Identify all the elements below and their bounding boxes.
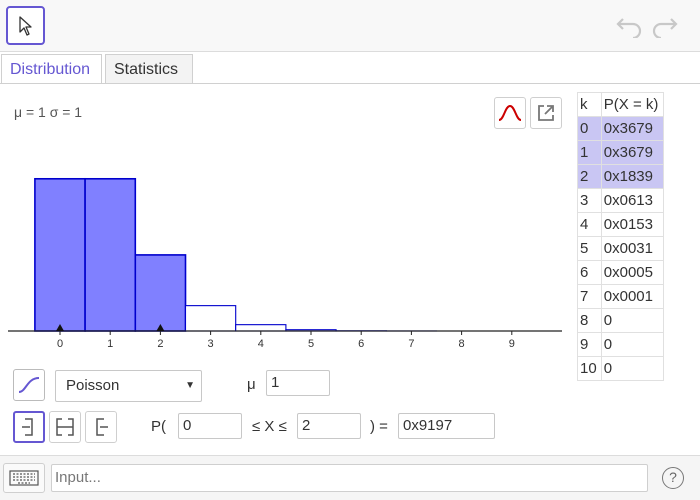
table-row: 5 0x0031 xyxy=(577,236,665,261)
right-bracket-icon xyxy=(96,418,108,436)
export-icon xyxy=(538,105,554,121)
redo-icon xyxy=(652,18,678,38)
cell-k: 10 xyxy=(577,356,602,381)
cell-probability: 0x0153 xyxy=(600,212,665,237)
cell-k: 6 xyxy=(577,260,602,285)
bar xyxy=(235,324,287,332)
distribution-select[interactable]: Poisson ▼ xyxy=(55,370,202,402)
table-row: 3 0x0613 xyxy=(577,188,665,213)
cell-k: 2 xyxy=(577,164,602,189)
cell-k: 4 xyxy=(577,212,602,237)
table-row: 0 0x3679 xyxy=(577,116,665,141)
bar xyxy=(84,177,137,332)
bar xyxy=(184,305,237,332)
x-tick-label: 9 xyxy=(509,338,515,350)
p-open-label: P( xyxy=(151,418,166,435)
move-tool-button[interactable] xyxy=(6,6,45,45)
table-row: 90 xyxy=(577,332,665,357)
probability-table: k P(X = k) 0 0x3679 1 0x3679 2 0x1839 3 0x0613 4… xyxy=(577,92,665,381)
x-tick-label: 5 xyxy=(308,338,314,350)
left-bracket-icon xyxy=(22,418,33,436)
table-row: 1 0x3679 xyxy=(577,140,665,165)
arrow-pointer-icon xyxy=(18,15,32,36)
cell-probability: 0x0005 xyxy=(600,260,665,285)
cell-probability: 0 xyxy=(600,332,665,357)
tab-statistics[interactable]: Statistics xyxy=(105,54,193,84)
x-tick-label: 7 xyxy=(408,338,414,350)
mu-input[interactable]: 1 xyxy=(266,370,330,396)
table-row: 7 0x0001 xyxy=(577,284,665,309)
toolbar xyxy=(0,0,700,52)
tab-divider xyxy=(0,83,700,84)
left-sided-button[interactable] xyxy=(13,411,45,443)
cell-probability: 0 xyxy=(600,356,665,381)
bar xyxy=(34,177,86,332)
cell-probability: 0x3679 xyxy=(600,116,665,141)
cell-k: 7 xyxy=(577,284,602,309)
cell-k: 9 xyxy=(577,332,602,357)
mu-label: μ xyxy=(247,376,256,393)
chevron-down-icon: ▼ xyxy=(185,380,195,391)
cell-k: 1 xyxy=(577,140,602,165)
tab-bar: Distribution Statistics xyxy=(0,52,700,84)
x-tick-label: 6 xyxy=(358,338,364,350)
export-button[interactable] xyxy=(530,97,562,129)
table-row: 10 0 xyxy=(577,356,665,381)
cell-k: 0 xyxy=(577,116,602,141)
lower-bound-input[interactable]: 0 xyxy=(178,413,242,439)
cell-probability: 0x3679 xyxy=(600,140,665,165)
distribution-chart: 0 1 2 3 4 5 6 7 8 9 xyxy=(8,177,562,350)
x-tick-label: 3 xyxy=(208,338,214,350)
cell-probability: 0x1839 xyxy=(600,164,665,189)
header-k: k xyxy=(577,92,602,117)
table-row: 2 0x1839 xyxy=(577,164,665,189)
equals-label: ) = xyxy=(370,418,388,435)
normal-curve-icon xyxy=(498,104,522,121)
keyboard-icon xyxy=(9,470,39,486)
parameters-readout: μ = 1 σ = 1 xyxy=(14,104,83,120)
cell-probability: 0x0613 xyxy=(600,188,665,213)
redo-button[interactable] xyxy=(650,12,680,40)
interval-button[interactable] xyxy=(49,411,81,443)
tab-distribution[interactable]: Distribution xyxy=(1,54,102,84)
undo-button[interactable] xyxy=(614,12,644,40)
table-row: 4 0x0153 xyxy=(577,212,665,237)
x-tick-label: 0 xyxy=(57,338,63,350)
cell-k: 8 xyxy=(577,308,602,333)
table-row: 80 xyxy=(577,308,665,333)
x-tick-label: 1 xyxy=(107,338,113,350)
normal-overlay-button[interactable] xyxy=(494,97,526,129)
x-tick-label: 8 xyxy=(459,338,465,350)
cell-probability: 0 xyxy=(600,308,665,333)
header-probability: P(X = k) xyxy=(600,92,665,117)
bar xyxy=(134,254,187,332)
upper-bound-input[interactable]: 2 xyxy=(297,413,361,439)
keyboard-button[interactable] xyxy=(3,463,45,493)
distribution-select-value: Poisson xyxy=(66,377,120,394)
help-icon[interactable]: ? xyxy=(662,467,684,489)
cell-probability: 0x0031 xyxy=(600,236,665,261)
le-x-le-label: ≤ X ≤ xyxy=(252,418,287,435)
cumulative-toggle-button[interactable] xyxy=(13,369,45,401)
cdf-curve-icon xyxy=(18,377,40,393)
cell-k: 5 xyxy=(577,236,602,261)
table-header-row: k P(X = k) xyxy=(577,92,665,117)
cell-k: 3 xyxy=(577,188,602,213)
cell-probability: 0x0001 xyxy=(600,284,665,309)
undo-icon xyxy=(616,18,642,38)
x-tick-label: 2 xyxy=(157,338,163,350)
algebra-input[interactable]: Input... xyxy=(51,464,648,492)
right-sided-button[interactable] xyxy=(85,411,117,443)
interval-bracket-icon xyxy=(56,418,74,436)
probability-result-field[interactable]: 0x9197 xyxy=(398,413,495,439)
x-tick-label: 4 xyxy=(258,338,264,350)
table-row: 6 0x0005 xyxy=(577,260,665,285)
input-bar: Input... ? xyxy=(0,455,700,500)
